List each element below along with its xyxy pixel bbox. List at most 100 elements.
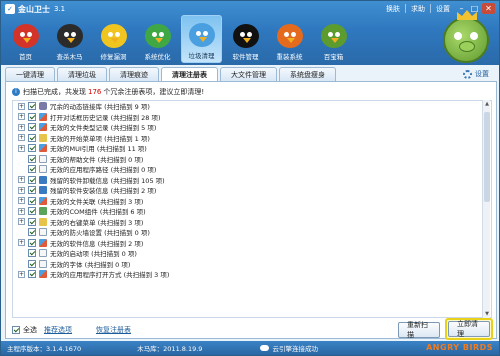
select-all-label: 全选 [23, 326, 37, 334]
nav-item-junk-clean[interactable]: 垃圾清理 [181, 15, 222, 63]
black-bird-icon [56, 24, 83, 48]
scroll-up-icon[interactable]: ▲ [483, 100, 491, 108]
list-item[interactable]: + 无效的软件信息 (共扫描到 2 项) [13, 238, 491, 249]
list-item[interactable]: 无效的防火墙设置 (共扫描到 0 项) [13, 227, 491, 238]
list-item[interactable]: + 冗余的动态链接库 (共扫描到 9 项) [13, 101, 491, 112]
skin-button[interactable]: 换肤 [381, 2, 405, 15]
nav-item-fix-vulnerabilities[interactable]: 修复漏洞 [93, 15, 134, 63]
list-item-label: 打开对话框历史记录 (共扫描到 28 项) [50, 113, 161, 122]
nav-label: 软件管理 [232, 53, 259, 61]
close-icon[interactable]: ✕ [482, 3, 495, 14]
list-item[interactable]: 无效的应用程序路径 (共扫描到 0 项) [13, 164, 491, 175]
expand-toggle-icon[interactable]: + [18, 176, 25, 184]
app-logo-icon: ✓ [5, 4, 15, 14]
nav-item-system-optimize[interactable]: 系统优化 [137, 15, 178, 63]
item-checkbox[interactable] [28, 228, 36, 237]
nav-item-home[interactable]: 首页 [5, 15, 46, 63]
list-item[interactable]: + 无效的开始菜单项 (共扫描到 1 项) [13, 133, 491, 144]
item-checkbox[interactable] [28, 112, 36, 121]
file-icon [39, 154, 47, 163]
menu-icon [39, 217, 47, 226]
item-checkbox[interactable] [28, 207, 36, 216]
item-checkbox[interactable] [28, 133, 36, 142]
tab-one-click-clean[interactable]: 一键清理 [5, 67, 55, 81]
list-item[interactable]: + 无效的文件关联 (共扫描到 3 项) [13, 196, 491, 207]
nav-label: 重装系统 [276, 53, 303, 61]
maximize-icon[interactable]: □ [468, 3, 481, 14]
list-item[interactable]: + 无效的右键菜单 (共扫描到 3 项) [13, 217, 491, 228]
list-item[interactable]: + 无效的MUI引用 (共扫描到 11 项) [13, 143, 491, 154]
list-item[interactable]: + 无效的COM组件 (共扫描到 6 项) [13, 206, 491, 217]
yellow-bird-icon [100, 24, 127, 48]
list-item-label: 无效的MUI引用 (共扫描到 11 项) [50, 145, 147, 154]
list-item[interactable]: 无效的启动项 (共扫描到 0 项) [13, 248, 491, 259]
expand-toggle-icon[interactable]: + [18, 123, 25, 131]
expand-toggle-icon[interactable]: + [18, 144, 25, 152]
expand-toggle-icon[interactable]: + [18, 207, 25, 215]
vertical-scrollbar[interactable]: ▲ ▼ [482, 100, 490, 318]
expand-toggle-icon[interactable]: + [18, 134, 25, 142]
scroll-thumb[interactable] [484, 112, 490, 202]
expand-toggle-icon[interactable]: + [18, 113, 25, 121]
cloud-icon [260, 345, 270, 351]
item-checkbox[interactable] [28, 186, 36, 195]
clean-now-button[interactable]: 立即清理 [448, 320, 490, 338]
file-icon [39, 259, 47, 268]
list-item[interactable]: + 打开对话框历史记录 (共扫描到 28 项) [13, 112, 491, 123]
scroll-down-icon[interactable]: ▼ [483, 310, 491, 318]
list-item-label: 无效的防火墙设置 (共扫描到 0 项) [50, 229, 150, 238]
item-checkbox[interactable] [28, 196, 36, 205]
tab-large-files[interactable]: 大文件管理 [220, 67, 277, 81]
restore-registry-link[interactable]: 恢复注册表 [96, 325, 131, 335]
list-item[interactable]: + 无效的应用程序打开方式 (共扫描到 3 项) [13, 269, 491, 280]
item-checkbox[interactable] [28, 249, 36, 258]
list-item[interactable]: + 残留的软件卸载信息 (共扫描到 105 项) [13, 175, 491, 186]
expand-toggle-icon[interactable]: + [18, 186, 25, 194]
nav-item-toolbox[interactable]: 百宝箱 [313, 15, 354, 63]
main-nav: 首页 查杀木马 修复漏洞 系统优化 垃圾清理 软件管理 重装系统 百宝箱 [5, 15, 354, 63]
item-checkbox[interactable] [28, 175, 36, 184]
item-checkbox[interactable] [28, 270, 36, 279]
scan-status: i 扫描已完成，共发现 176 个冗余注册表项，建议立即清理! [12, 86, 204, 97]
item-checkbox[interactable] [28, 123, 36, 132]
list-item[interactable]: 无效的字体 (共扫描到 0 项) [13, 259, 491, 270]
list-item[interactable]: + 无效的文件类型记录 (共扫描到 5 项) [13, 122, 491, 133]
settings-link[interactable]: 设置 [463, 69, 489, 79]
green-bird-icon [144, 24, 171, 48]
tab-clean-traces[interactable]: 清理痕迹 [109, 67, 159, 81]
item-checkbox[interactable] [28, 154, 36, 163]
item-checkbox[interactable] [28, 259, 36, 268]
tab-system-slim[interactable]: 系统盘瘦身 [279, 67, 336, 81]
app-icon [39, 186, 47, 195]
file-icon [39, 165, 47, 174]
sub-tabs: 一键清理 清理垃圾 清理痕迹 清理注册表 大文件管理 系统盘瘦身 [5, 67, 497, 82]
item-checkbox[interactable] [28, 102, 36, 111]
expand-toggle-icon[interactable]: + [18, 102, 25, 110]
top-menu: 换肤 求助 设置 – □ ✕ [381, 2, 495, 15]
expand-toggle-icon[interactable]: + [18, 239, 25, 247]
tab-clean-registry[interactable]: 清理注册表 [161, 67, 218, 82]
select-all-checkbox[interactable]: 全选 [12, 325, 37, 335]
expand-toggle-icon [18, 250, 25, 257]
app-version: 3.1 [54, 5, 66, 13]
list-item[interactable]: + 残留的软件安装信息 (共扫描到 2 项) [13, 185, 491, 196]
nav-item-software-manage[interactable]: 软件管理 [225, 15, 266, 63]
status-suffix: 个冗余注册表项，建议立即清理! [103, 87, 205, 96]
item-checkbox[interactable] [28, 238, 36, 247]
item-checkbox[interactable] [28, 144, 36, 153]
status-count: 176 [88, 87, 102, 96]
checkbox[interactable] [12, 326, 20, 334]
expand-toggle-icon[interactable]: + [18, 197, 25, 205]
help-button[interactable]: 求助 [406, 2, 430, 15]
nav-item-reinstall-system[interactable]: 重装系统 [269, 15, 310, 63]
rescan-button[interactable]: 重新扫描 [398, 321, 440, 339]
settings-menu-button[interactable]: 设置 [431, 2, 455, 15]
recommended-link[interactable]: 推荐选项 [44, 325, 72, 335]
item-checkbox[interactable] [28, 165, 36, 174]
expand-toggle-icon[interactable]: + [18, 218, 25, 226]
list-item[interactable]: 无效的帮助文件 (共扫描到 0 项) [13, 154, 491, 165]
tab-clean-junk[interactable]: 清理垃圾 [57, 67, 107, 81]
nav-item-trojan-scan[interactable]: 查杀木马 [49, 15, 90, 63]
expand-toggle-icon[interactable]: + [18, 270, 25, 278]
item-checkbox[interactable] [28, 217, 36, 226]
